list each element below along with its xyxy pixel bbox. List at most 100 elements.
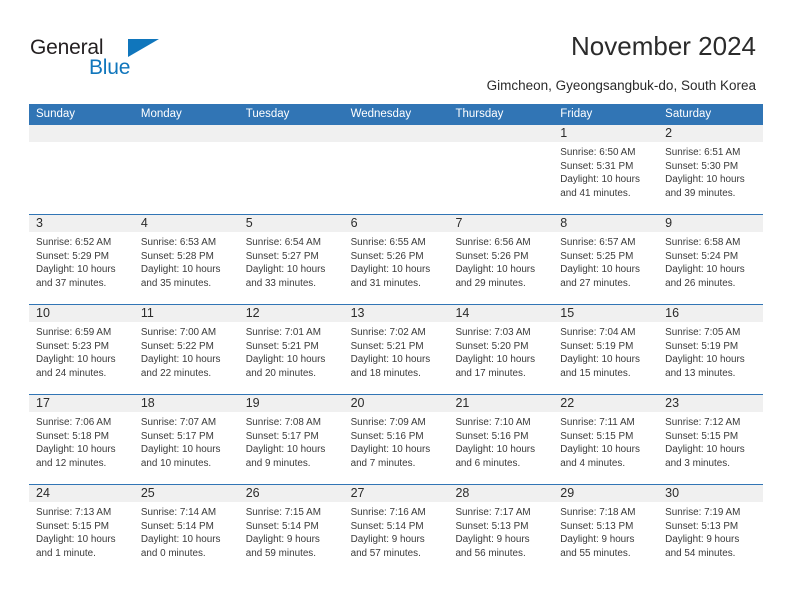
sunset-text: Sunset: 5:18 PM: [36, 430, 110, 442]
day-cell[interactable]: 17 Sunrise: 7:06 AM Sunset: 5:18 PM Dayl…: [29, 395, 134, 484]
day-info: Sunrise: 6:52 AM Sunset: 5:29 PM Dayligh…: [36, 236, 128, 291]
day-info: Sunrise: 7:15 AM Sunset: 5:14 PM Dayligh…: [246, 506, 338, 561]
day-cell[interactable]: 29 Sunrise: 7:18 AM Sunset: 5:13 PM Dayl…: [553, 485, 658, 574]
weekday-saturday: Saturday: [665, 108, 712, 120]
sunrise-text: Sunrise: 6:57 AM: [560, 237, 636, 248]
sunset-text: Sunset: 5:14 PM: [350, 520, 424, 532]
daylight-text: Daylight: 10 hours and 3 minutes.: [665, 444, 745, 470]
sunrise-text: Sunrise: 7:14 AM: [140, 507, 217, 518]
sunrise-text: Sunrise: 7:02 AM: [350, 327, 426, 338]
sunset-text: Sunset: 5:22 PM: [140, 340, 214, 352]
day-cell[interactable]: 27 Sunrise: 7:16 AM Sunset: 5:14 PM Dayl…: [344, 485, 449, 574]
day-cell[interactable]: 20 Sunrise: 7:09 AM Sunset: 5:16 PM Dayl…: [344, 395, 449, 484]
day-number: 25: [140, 486, 155, 500]
day-cell[interactable]: 18 Sunrise: 7:07 AM Sunset: 5:17 PM Dayl…: [134, 395, 239, 484]
day-cell[interactable]: [29, 125, 134, 214]
day-cell[interactable]: 3 Sunrise: 6:52 AM Sunset: 5:29 PM Dayli…: [29, 215, 134, 304]
daylight-text: Daylight: 10 hours and 31 minutes.: [350, 264, 431, 290]
sunset-text: Sunset: 5:16 PM: [350, 430, 424, 442]
day-cell[interactable]: 8 Sunrise: 6:57 AM Sunset: 5:25 PM Dayli…: [553, 215, 658, 304]
day-cell[interactable]: 15 Sunrise: 7:04 AM Sunset: 5:19 PM Dayl…: [553, 305, 658, 394]
sunset-text: Sunset: 5:13 PM: [455, 520, 529, 532]
sunset-text: Sunset: 5:30 PM: [665, 160, 739, 172]
sunset-text: Sunset: 5:26 PM: [455, 250, 529, 262]
daylight-text: Daylight: 9 hours and 59 minutes.: [245, 534, 320, 560]
sunrise-text: Sunrise: 7:16 AM: [350, 507, 426, 518]
sunset-text: Sunset: 5:15 PM: [560, 430, 634, 442]
day-cell[interactable]: 2 Sunrise: 6:51 AM Sunset: 5:30 PM Dayli…: [658, 125, 763, 214]
day-cell[interactable]: 26 Sunrise: 7:15 AM Sunset: 5:14 PM Dayl…: [239, 485, 344, 574]
day-cell[interactable]: 9 Sunrise: 6:58 AM Sunset: 5:24 PM Dayli…: [658, 215, 763, 304]
daylight-text: Daylight: 10 hours and 7 minutes.: [350, 444, 431, 470]
day-cell[interactable]: 28 Sunrise: 7:17 AM Sunset: 5:13 PM Dayl…: [448, 485, 553, 574]
daylight-text: Daylight: 10 hours and 12 minutes.: [36, 444, 116, 470]
day-cell[interactable]: 19 Sunrise: 7:08 AM Sunset: 5:17 PM Dayl…: [239, 395, 344, 484]
weekday-friday: Friday: [560, 108, 593, 120]
day-info: Sunrise: 7:05 AM Sunset: 5:19 PM Dayligh…: [665, 326, 757, 381]
day-info: Sunrise: 7:00 AM Sunset: 5:22 PM Dayligh…: [141, 326, 233, 381]
day-number: 27: [350, 486, 365, 500]
day-number: 6: [350, 216, 358, 230]
day-cell[interactable]: 7 Sunrise: 6:56 AM Sunset: 5:26 PM Dayli…: [448, 215, 553, 304]
weekday-wednesday: Wednesday: [350, 108, 412, 120]
day-number: 12: [245, 306, 260, 320]
sunrise-text: Sunrise: 7:12 AM: [665, 417, 741, 428]
daylight-text: Daylight: 10 hours and 20 minutes.: [245, 354, 326, 380]
page-subtitle: Gimcheon, Gyeongsangbuk-do, South Korea: [486, 78, 756, 93]
sunrise-text: Sunrise: 6:55 AM: [350, 237, 426, 248]
day-cell[interactable]: 6 Sunrise: 6:55 AM Sunset: 5:26 PM Dayli…: [344, 215, 449, 304]
sunset-text: Sunset: 5:28 PM: [140, 250, 214, 262]
day-info: Sunrise: 7:11 AM Sunset: 5:15 PM Dayligh…: [560, 416, 652, 471]
day-cell[interactable]: 24 Sunrise: 7:13 AM Sunset: 5:15 PM Dayl…: [29, 485, 134, 574]
sunset-text: Sunset: 5:19 PM: [665, 340, 739, 352]
day-number: 11: [140, 306, 154, 320]
day-info: Sunrise: 7:04 AM Sunset: 5:19 PM Dayligh…: [560, 326, 652, 381]
day-cell[interactable]: 25 Sunrise: 7:14 AM Sunset: 5:14 PM Dayl…: [134, 485, 239, 574]
sunset-text: Sunset: 5:21 PM: [350, 340, 424, 352]
sunrise-text: Sunrise: 6:52 AM: [36, 237, 112, 248]
day-cell[interactable]: 13 Sunrise: 7:02 AM Sunset: 5:21 PM Dayl…: [344, 305, 449, 394]
daylight-text: Daylight: 10 hours and 1 minute.: [36, 534, 116, 560]
day-cell[interactable]: 21 Sunrise: 7:10 AM Sunset: 5:16 PM Dayl…: [448, 395, 553, 484]
brand-logo[interactable]: General Blue: [30, 36, 250, 86]
day-cell[interactable]: 12 Sunrise: 7:01 AM Sunset: 5:21 PM Dayl…: [239, 305, 344, 394]
day-cell[interactable]: 5 Sunrise: 6:54 AM Sunset: 5:27 PM Dayli…: [239, 215, 344, 304]
daylight-text: Daylight: 10 hours and 33 minutes.: [245, 264, 326, 290]
day-cell[interactable]: 1 Sunrise: 6:50 AM Sunset: 5:31 PM Dayli…: [553, 125, 658, 214]
sunrise-text: Sunrise: 7:06 AM: [36, 417, 112, 428]
sunrise-text: Sunrise: 7:07 AM: [140, 417, 217, 428]
daylight-text: Daylight: 10 hours and 24 minutes.: [36, 354, 116, 380]
day-info: Sunrise: 7:18 AM Sunset: 5:13 PM Dayligh…: [560, 506, 652, 561]
sunrise-text: Sunrise: 6:53 AM: [140, 237, 217, 248]
sunrise-text: Sunrise: 7:00 AM: [140, 327, 217, 338]
sunset-text: Sunset: 5:14 PM: [140, 520, 214, 532]
day-number: 16: [665, 306, 680, 320]
day-cell[interactable]: 14 Sunrise: 7:03 AM Sunset: 5:20 PM Dayl…: [448, 305, 553, 394]
day-cell[interactable]: 23 Sunrise: 7:12 AM Sunset: 5:15 PM Dayl…: [658, 395, 763, 484]
day-number: 15: [560, 306, 575, 320]
day-cell[interactable]: 16 Sunrise: 7:05 AM Sunset: 5:19 PM Dayl…: [658, 305, 763, 394]
sunset-text: Sunset: 5:15 PM: [665, 430, 739, 442]
day-cell[interactable]: 22 Sunrise: 7:11 AM Sunset: 5:15 PM Dayl…: [553, 395, 658, 484]
day-info: Sunrise: 6:54 AM Sunset: 5:27 PM Dayligh…: [246, 236, 338, 291]
sunset-text: Sunset: 5:26 PM: [350, 250, 424, 262]
daylight-text: Daylight: 10 hours and 15 minutes.: [560, 354, 640, 380]
day-number: 20: [350, 396, 365, 410]
day-number: 13: [350, 306, 365, 320]
daylight-text: Daylight: 10 hours and 41 minutes.: [560, 174, 640, 200]
sunset-text: Sunset: 5:16 PM: [455, 430, 529, 442]
day-cell[interactable]: [344, 125, 449, 214]
sunrise-text: Sunrise: 6:50 AM: [560, 147, 636, 158]
sunrise-text: Sunrise: 7:04 AM: [560, 327, 636, 338]
day-cell[interactable]: [239, 125, 344, 214]
day-cell[interactable]: 10 Sunrise: 6:59 AM Sunset: 5:23 PM Dayl…: [29, 305, 134, 394]
day-cell[interactable]: 4 Sunrise: 6:53 AM Sunset: 5:28 PM Dayli…: [134, 215, 239, 304]
day-cell[interactable]: 30 Sunrise: 7:19 AM Sunset: 5:13 PM Dayl…: [658, 485, 763, 574]
sunrise-text: Sunrise: 7:19 AM: [665, 507, 741, 518]
day-number: [246, 125, 338, 142]
day-number: 3: [36, 216, 43, 230]
day-cell[interactable]: [134, 125, 239, 214]
day-cell[interactable]: 11 Sunrise: 7:00 AM Sunset: 5:22 PM Dayl…: [134, 305, 239, 394]
day-cell[interactable]: [448, 125, 553, 214]
sunrise-text: Sunrise: 7:11 AM: [560, 417, 635, 428]
